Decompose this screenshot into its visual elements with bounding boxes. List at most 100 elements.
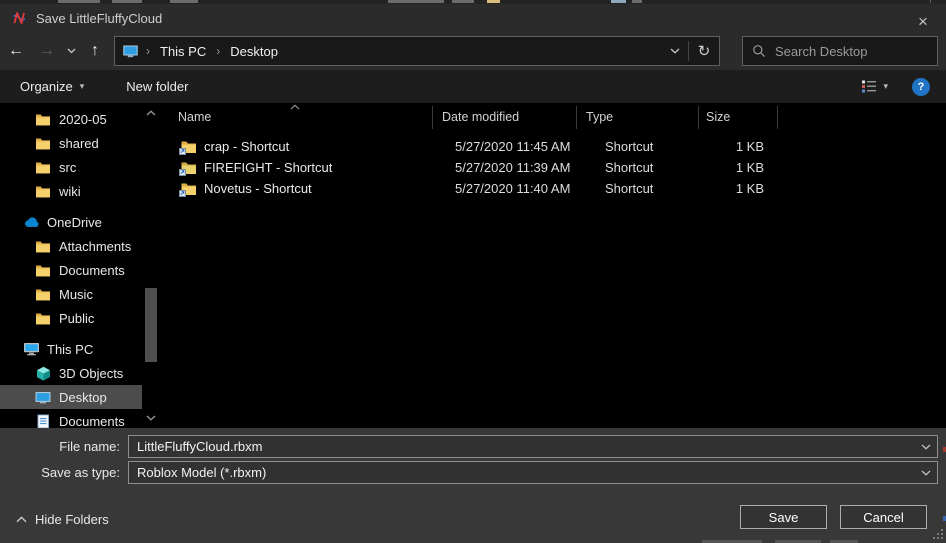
file-row[interactable]: Novetus - Shortcut 5/27/2020 11:40 AM Sh… — [160, 178, 946, 199]
column-divider[interactable] — [432, 106, 433, 129]
document-icon — [34, 414, 52, 429]
desktop-icon — [34, 391, 52, 404]
sidebar-item-wiki[interactable]: wiki — [0, 179, 160, 203]
onedrive-cloud-icon — [22, 216, 40, 228]
up-button[interactable]: ↑ — [80, 36, 110, 66]
recent-locations-chevron-icon[interactable] — [62, 36, 80, 66]
sidebar-item-label: 2020-05 — [59, 112, 107, 127]
sidebar-item-this-pc[interactable]: This PC — [0, 337, 160, 361]
column-divider[interactable] — [698, 106, 699, 129]
back-button[interactable]: ← — [0, 36, 32, 66]
column-header-type[interactable]: Type — [576, 103, 698, 131]
shortcut-arrow-badge — [179, 169, 186, 176]
save-button[interactable]: Save — [740, 505, 827, 529]
refresh-button[interactable]: ↻ — [689, 37, 719, 65]
save-type-dropdown-chevron-icon[interactable] — [915, 462, 937, 483]
cancel-button[interactable]: Cancel — [840, 505, 927, 529]
shortcut-arrow-badge — [179, 190, 186, 197]
help-button[interactable]: ? — [912, 78, 930, 96]
save-as-type-label: Save as type: — [0, 465, 120, 480]
file-name-input[interactable] — [129, 439, 915, 454]
sidebar-item-documents-onedrive[interactable]: Documents — [0, 258, 160, 282]
shortcut-file-icon — [180, 182, 197, 196]
shortcut-file-icon — [180, 140, 197, 154]
scroll-down-icon[interactable] — [145, 412, 157, 424]
scrollbar-thumb[interactable] — [145, 288, 157, 362]
folder-icon — [34, 312, 52, 325]
sidebar-item-shared[interactable]: shared — [0, 131, 160, 155]
folder-tree-sidebar: 2020-05 shared src wiki OneDrive Attac — [0, 103, 160, 428]
window-title: Save LittleFluffyCloud — [36, 11, 162, 26]
column-header-size[interactable]: Size — [698, 103, 777, 131]
cube-icon — [34, 366, 52, 381]
sidebar-item-label: Public — [59, 311, 94, 326]
details-view-icon — [861, 79, 877, 94]
folder-icon — [34, 113, 52, 126]
new-folder-button[interactable]: New folder — [126, 79, 188, 94]
column-divider[interactable] — [576, 106, 577, 129]
file-list-area: Name Date modified Type Size crap - S — [160, 103, 946, 428]
address-bar[interactable]: › This PC › Desktop ↻ — [114, 36, 720, 66]
computer-icon — [22, 342, 40, 356]
chevron-up-icon — [16, 516, 27, 523]
sidebar-item-onedrive[interactable]: OneDrive — [0, 210, 160, 234]
file-rows: crap - Shortcut 5/27/2020 11:45 AM Short… — [160, 136, 946, 199]
save-as-type-value: Roblox Model (*.rbxm) — [129, 465, 915, 480]
folder-icon — [34, 161, 52, 174]
file-size: 1 KB — [698, 139, 777, 154]
app-icon — [11, 10, 27, 26]
sidebar-item-label: wiki — [59, 184, 81, 199]
save-dialog-window: Save LittleFluffyCloud × ← → ↑ › This PC… — [0, 0, 946, 543]
shortcut-file-icon — [180, 161, 197, 175]
folder-icon — [34, 137, 52, 150]
breadcrumb-this-pc[interactable]: This PC — [152, 37, 214, 65]
search-box[interactable] — [742, 36, 938, 66]
file-name-combobox[interactable] — [128, 435, 938, 458]
sort-ascending-icon — [290, 104, 300, 110]
resize-grip[interactable] — [930, 526, 943, 539]
file-type: Shortcut — [576, 139, 698, 154]
file-name: crap - Shortcut — [204, 139, 289, 154]
sidebar-item-label: Music — [59, 287, 93, 302]
sidebar-item-src[interactable]: src — [0, 155, 160, 179]
column-header-date-modified[interactable]: Date modified — [432, 103, 576, 131]
sidebar-group-gap — [0, 330, 160, 337]
file-row[interactable]: crap - Shortcut 5/27/2020 11:45 AM Short… — [160, 136, 946, 157]
file-size: 1 KB — [698, 181, 777, 196]
file-date: 5/27/2020 11:39 AM — [432, 160, 576, 175]
sidebar-item-desktop[interactable]: Desktop — [0, 385, 142, 409]
file-date: 5/27/2020 11:45 AM — [432, 139, 576, 154]
sidebar-item-public[interactable]: Public — [0, 306, 160, 330]
sidebar-item-attachments[interactable]: Attachments — [0, 234, 160, 258]
address-dropdown-chevron-icon[interactable] — [662, 37, 688, 65]
file-name: Novetus - Shortcut — [204, 181, 312, 196]
file-row[interactable]: FIREFIGHT - Shortcut 5/27/2020 11:39 AM … — [160, 157, 946, 178]
file-name-dropdown-chevron-icon[interactable] — [915, 436, 937, 457]
column-headers: Name Date modified Type Size — [160, 103, 946, 131]
breadcrumb-desktop[interactable]: Desktop — [222, 37, 286, 65]
sidebar-group-gap — [0, 203, 160, 210]
sidebar-item-label: shared — [59, 136, 99, 151]
file-date: 5/27/2020 11:40 AM — [432, 181, 576, 196]
column-divider[interactable] — [777, 106, 778, 129]
organize-button[interactable]: Organize ▾ — [20, 79, 84, 94]
search-input[interactable] — [775, 44, 946, 59]
sidebar-item-music[interactable]: Music — [0, 282, 160, 306]
shortcut-arrow-badge — [179, 148, 186, 155]
command-toolbar: Organize ▾ New folder ▾ ? — [0, 70, 946, 103]
sidebar-item-label: 3D Objects — [59, 366, 123, 381]
hide-folders-button[interactable]: Hide Folders — [16, 512, 109, 527]
scroll-up-icon[interactable] — [145, 107, 157, 119]
sidebar-scrollbar[interactable] — [144, 107, 158, 428]
breadcrumb-chevron-icon: › — [214, 44, 222, 58]
file-size: 1 KB — [698, 160, 777, 175]
forward-button[interactable]: → — [32, 36, 62, 66]
change-view-button[interactable]: ▾ — [861, 79, 888, 94]
save-as-type-combobox[interactable]: Roblox Model (*.rbxm) — [128, 461, 938, 484]
organize-caret-icon: ▾ — [80, 81, 85, 92]
sidebar-item-3d-objects[interactable]: 3D Objects — [0, 361, 160, 385]
sidebar-item-label: Attachments — [59, 239, 131, 254]
file-name-label: File name: — [0, 439, 120, 454]
hide-folders-label: Hide Folders — [35, 512, 109, 527]
sidebar-item-2020-05[interactable]: 2020-05 — [0, 107, 160, 131]
